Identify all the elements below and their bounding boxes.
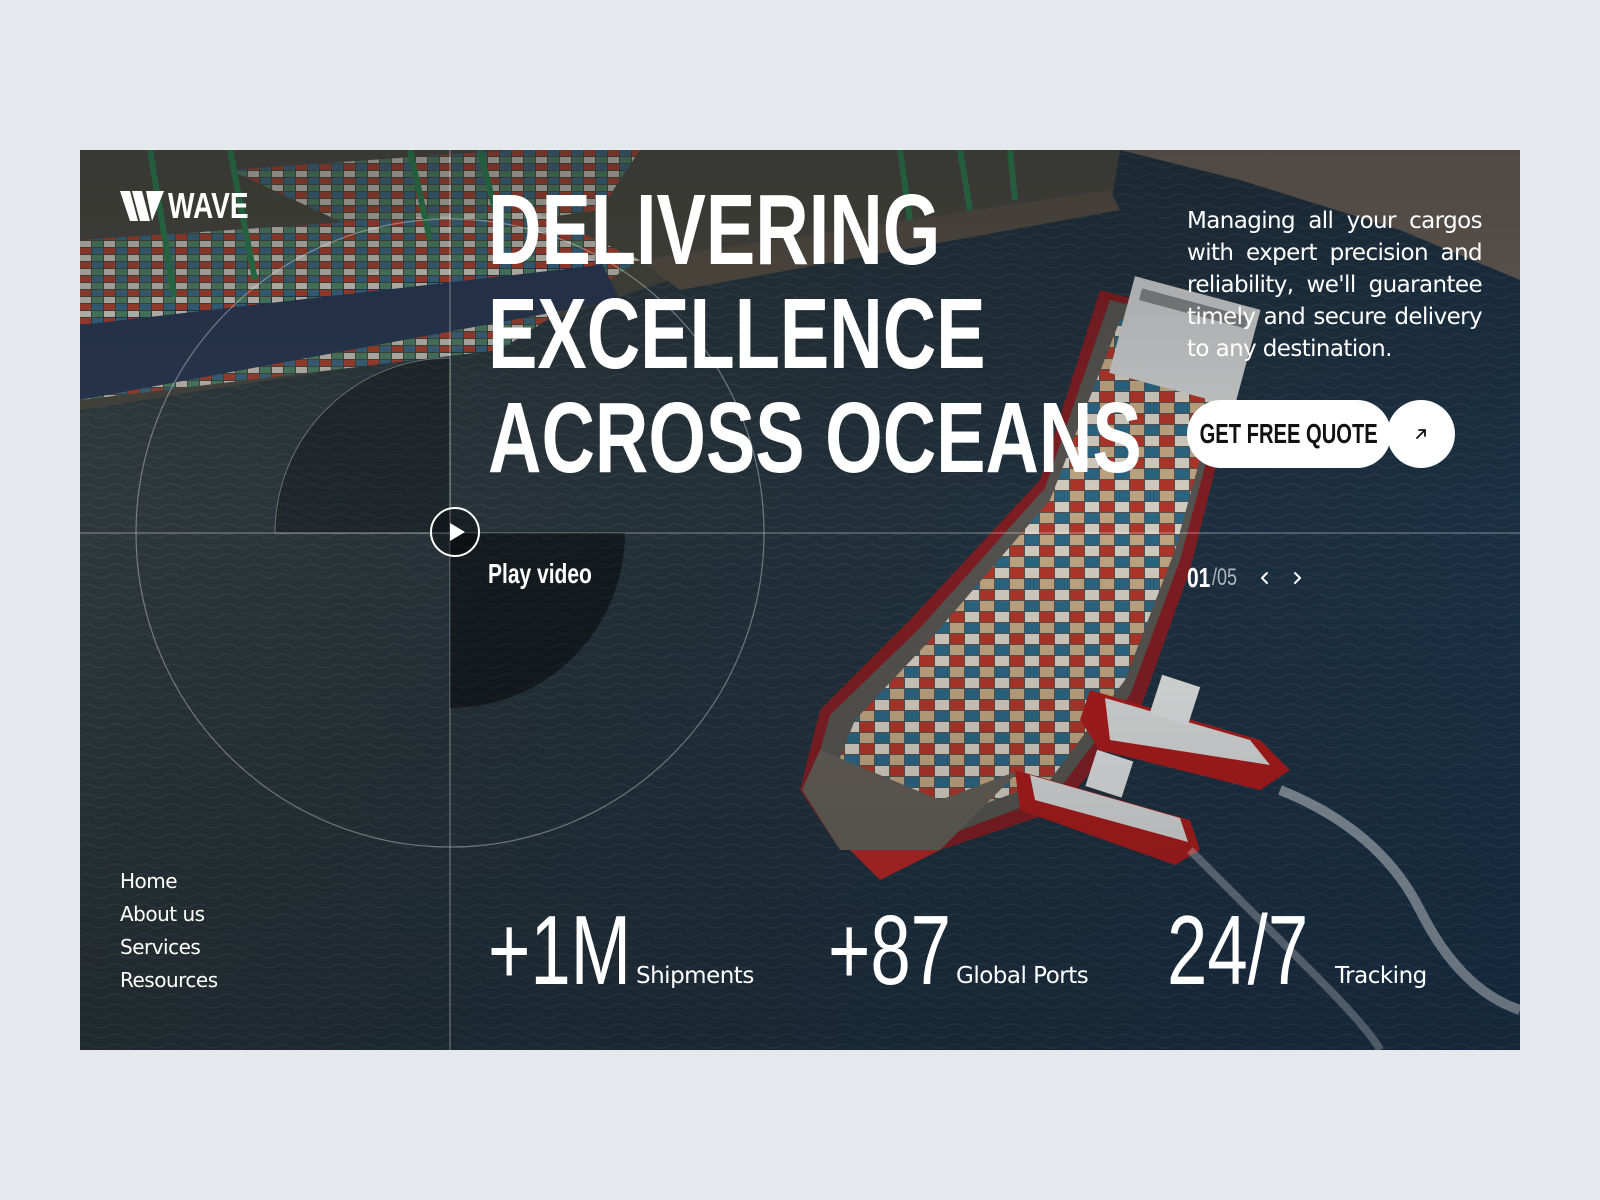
stat-label: Shipments — [636, 963, 754, 989]
previous-slide-button[interactable] — [1252, 565, 1278, 591]
next-slide-button[interactable] — [1284, 565, 1310, 591]
hero-tagline: Managing all your cargos with expert pre… — [1187, 208, 1483, 362]
quote-cta: GET FREE QUOTE — [1187, 400, 1455, 468]
stat-shipments: +1M Shipments — [488, 895, 754, 1005]
brand-logo[interactable]: WAVE — [120, 188, 271, 224]
nav-item-about-us[interactable]: About us — [120, 901, 218, 927]
nav-item-resources[interactable]: Resources — [120, 967, 218, 993]
brand-name: WAVE — [168, 185, 249, 226]
stat-global-ports: +87 Global Ports — [828, 895, 1089, 1005]
play-video-button[interactable] — [429, 506, 481, 558]
stat-value: +87 — [828, 895, 952, 1005]
stat-label: Global Ports — [956, 963, 1089, 989]
stat-value: 24/7 — [1167, 895, 1309, 1005]
arrow-up-right-icon — [1416, 429, 1426, 439]
headline-line-1: DELIVERING — [488, 174, 941, 286]
headline-line-3: ACROSS OCEANS — [488, 382, 1142, 494]
stat-tracking: 24/7 Tracking — [1167, 895, 1427, 1005]
stat-label: Tracking — [1335, 963, 1427, 989]
hero-section: WAVE DELIVERING EXCELLENCE ACROSS OCEANS… — [80, 150, 1520, 1050]
wave-logo-icon — [120, 191, 164, 221]
quote-arrow-button[interactable] — [1387, 400, 1455, 468]
headline-line-2: EXCELLENCE — [488, 278, 986, 390]
chevron-right-icon — [1293, 572, 1301, 584]
nav-item-home[interactable]: Home — [120, 868, 218, 894]
nav-item-services[interactable]: Services — [120, 934, 218, 960]
get-free-quote-label: GET FREE QUOTE — [1199, 418, 1379, 449]
hero-headline: DELIVERING EXCELLENCE ACROSS OCEANS — [488, 178, 1142, 490]
get-free-quote-button[interactable]: GET FREE QUOTE — [1187, 400, 1391, 468]
chevron-left-icon — [1260, 572, 1268, 584]
play-icon — [430, 507, 480, 557]
slide-counter: 01 /05 — [1187, 562, 1310, 594]
stat-value: +1M — [488, 895, 632, 1005]
footer-nav: Home About us Services Resources — [120, 868, 218, 993]
slide-current: 01 — [1187, 562, 1211, 593]
play-video-label[interactable]: Play video — [488, 558, 592, 590]
slide-total: /05 — [1212, 564, 1238, 591]
